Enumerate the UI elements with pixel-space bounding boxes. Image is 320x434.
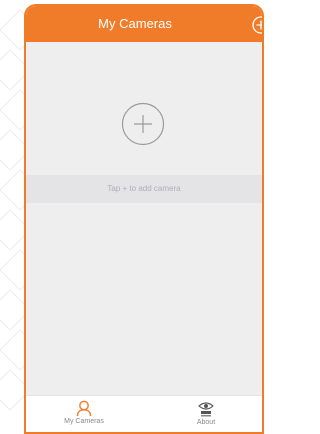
empty-state-hint: Tap + to add camera [26, 175, 262, 203]
add-camera-button[interactable] [121, 102, 165, 146]
tab-my-cameras-label: My Cameras [64, 418, 104, 425]
page-title: My Cameras [98, 16, 172, 31]
tab-my-cameras[interactable]: My Cameras [54, 396, 114, 432]
app-screen: My Cameras Tap + to add camera My Camera… [24, 4, 264, 434]
header-add-camera-icon[interactable] [252, 16, 264, 34]
tab-about-label: About [196, 419, 216, 426]
eye-logo-icon [198, 402, 214, 417]
bottom-tab-bar: My Cameras About [26, 395, 262, 432]
camera-list-area: Tap + to add camera [26, 42, 262, 396]
person-icon [76, 400, 92, 417]
app-header: My Cameras [26, 6, 262, 42]
tab-about[interactable]: About [176, 396, 236, 432]
hint-text: Tap + to add camera [107, 184, 181, 193]
